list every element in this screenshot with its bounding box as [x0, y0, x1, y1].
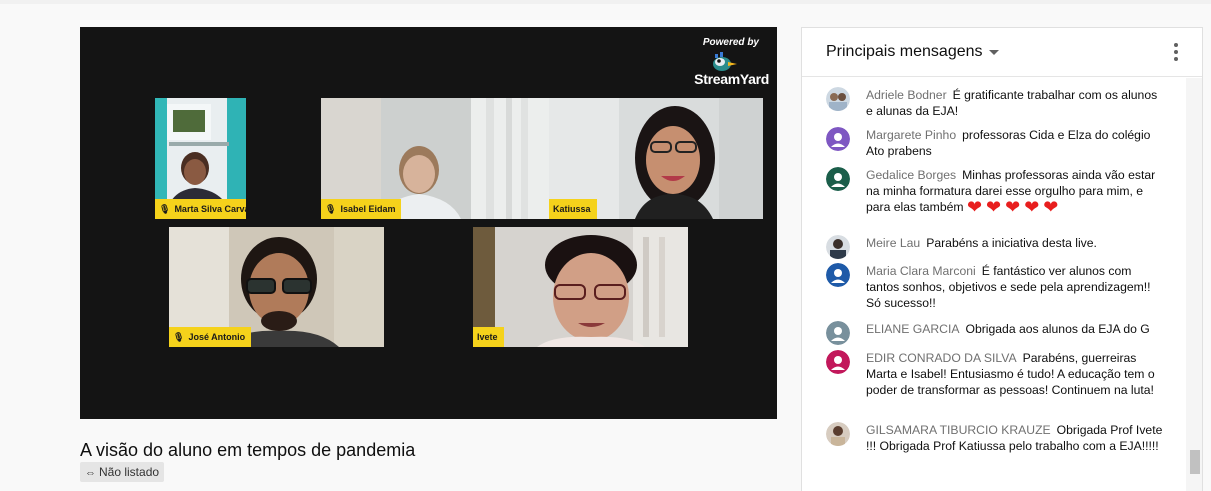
- chat-author[interactable]: Gedalice Borges: [866, 168, 956, 182]
- chat-mode-dropdown[interactable]: Principais mensagens: [826, 43, 983, 61]
- chat-author[interactable]: Margarete Pinho: [866, 128, 956, 142]
- chat-message: EDIR CONRADO DA SILVA Parabéns, guerreira…: [826, 350, 1166, 398]
- participant-tile: 🎙 Isabel Eidam: [321, 98, 551, 219]
- top-strip: [0, 0, 1211, 4]
- chat-message: Margarete Pinho professoras Cida e Elza d…: [826, 127, 1166, 159]
- participant-name-tag: Ivete: [473, 327, 504, 347]
- avatar: [826, 235, 850, 259]
- streamyard-name: StreamYard: [694, 71, 769, 87]
- chat-message-list[interactable]: Adriele Bodner É gratificante trabalhar c…: [802, 78, 1186, 491]
- chat-author[interactable]: EDIR CONRADO DA SILVA: [866, 351, 1017, 365]
- live-chat-panel: Principais mensagens Adriele Bodner É gra…: [801, 27, 1203, 491]
- chat-message: Adriele Bodner É gratificante trabalhar c…: [826, 87, 1166, 119]
- video-player[interactable]: Powered by StreamYard 🎙Marta Silva Carva…: [80, 27, 777, 419]
- participant-name-tag: Katiussa: [549, 199, 597, 219]
- chat-text: Obrigada aos alunos da EJA do G: [965, 322, 1150, 336]
- microphone-icon: 🎙: [325, 204, 337, 214]
- participant-name-tag: 🎙 Isabel Eidam: [321, 199, 402, 219]
- chat-scrollbar[interactable]: [1186, 78, 1202, 491]
- chat-message: Gedalice Borges Minhas professoras ainda …: [826, 167, 1166, 217]
- microphone-icon: 🎙: [173, 332, 185, 342]
- chat-message: GILSAMARA TIBURCIO KRAUZE Obrigada Prof I…: [826, 422, 1166, 454]
- avatar: [826, 167, 850, 191]
- more-options-icon[interactable]: [1173, 43, 1179, 61]
- heart-emoji-icon: ❤❤❤❤❤: [966, 197, 1063, 217]
- participant-tile: Katiussa: [549, 98, 763, 219]
- video-title: A visão do aluno em tempos de pandemia: [80, 440, 416, 460]
- streamyard-logo-icon: [713, 52, 737, 71]
- avatar: [826, 263, 850, 287]
- chat-message: Maria Clara Marconi É fantástico ver alun…: [826, 263, 1166, 311]
- participant-tile: Ivete: [473, 227, 688, 347]
- chat-message: ELIANE GARCIA Obrigada aos alunos da EJA …: [826, 321, 1166, 345]
- avatar: [826, 87, 850, 111]
- participant-video: [473, 227, 688, 347]
- chat-message: Meire Lau Parabéns a iniciativa desta liv…: [826, 235, 1166, 259]
- chat-author[interactable]: ELIANE GARCIA: [866, 322, 959, 336]
- avatar: [826, 422, 850, 446]
- streamyard-branding: Powered by StreamYard: [679, 37, 769, 87]
- unlisted-badge: ⇔ Não listado: [80, 462, 165, 482]
- chevron-down-icon[interactable]: [989, 50, 999, 55]
- participant-name-tag: 🎙Marta Silva Carvalho: [155, 199, 246, 219]
- powered-by-label: Powered by: [702, 37, 759, 48]
- avatar: [826, 350, 850, 374]
- chat-author[interactable]: GILSAMARA TIBURCIO KRAUZE: [866, 423, 1051, 437]
- avatar: [826, 127, 850, 151]
- participant-name-tag: 🎙 José Antonio: [169, 327, 252, 347]
- participant-tile: 🎙Marta Silva Carvalho: [155, 98, 246, 219]
- avatar: [826, 321, 850, 345]
- scrollbar-thumb[interactable]: [1190, 450, 1200, 474]
- chat-author[interactable]: Adriele Bodner: [866, 88, 947, 102]
- chat-author[interactable]: Meire Lau: [866, 236, 920, 250]
- chat-header: Principais mensagens: [802, 28, 1202, 77]
- chat-text: Parabéns a iniciativa desta live.: [926, 236, 1097, 250]
- microphone-icon: 🎙: [159, 204, 171, 214]
- chat-author[interactable]: Maria Clara Marconi: [866, 264, 976, 278]
- link-icon: ⇔: [85, 467, 96, 479]
- participant-tile: 🎙 José Antonio: [169, 227, 384, 347]
